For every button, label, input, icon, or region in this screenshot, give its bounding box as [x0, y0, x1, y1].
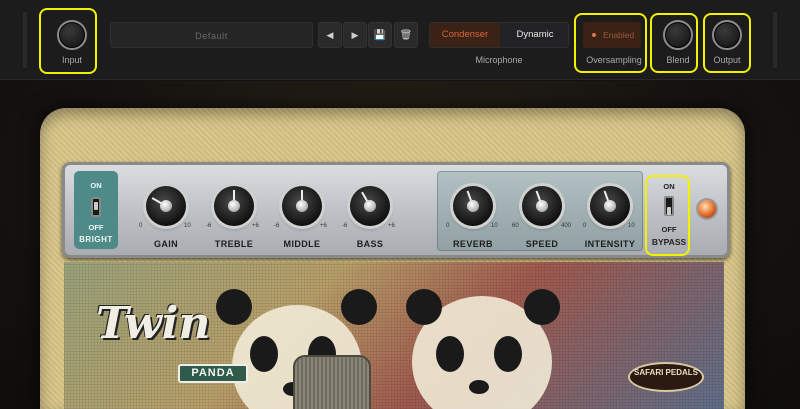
speed-max: 400: [561, 223, 572, 229]
middle-min: -6: [274, 223, 280, 229]
top-bar: Input Default ◀ ▶ 💾 🗑 Condenser Dynamic …: [0, 0, 800, 80]
output-highlight: [703, 13, 751, 73]
bass-label: BASS: [356, 239, 384, 249]
bass-max: +6: [388, 223, 395, 229]
microphone-selector: Condenser Dynamic: [429, 22, 569, 48]
gain-min: 0: [139, 223, 143, 229]
next-icon: ▶: [351, 30, 359, 40]
next-preset-button[interactable]: ▶: [343, 22, 367, 48]
speed-min: 60: [512, 223, 519, 229]
gain-max: 10: [184, 223, 191, 229]
middle-max: +6: [320, 223, 327, 229]
save-preset-button[interactable]: 💾: [368, 22, 392, 48]
bright-off-label: OFF: [88, 223, 104, 232]
preset-name-display[interactable]: Default: [110, 22, 313, 48]
bright-switch-panel: ON OFF BRIGHT: [74, 171, 118, 249]
middle-knob[interactable]: [282, 186, 322, 226]
bass-knob[interactable]: [350, 186, 390, 226]
bright-on-label: ON: [90, 181, 102, 190]
power-jewel-light: [698, 200, 716, 218]
treble-label: TREBLE: [214, 239, 254, 249]
reverb-label: REVERB: [453, 239, 493, 249]
right-edge-handle: [773, 12, 777, 68]
bright-label: BRIGHT: [79, 235, 113, 244]
intensity-max: 10: [628, 223, 635, 229]
blend-highlight: [650, 13, 698, 73]
mic-option-condenser[interactable]: Condenser: [430, 23, 500, 47]
prev-preset-button[interactable]: ◀: [318, 22, 342, 48]
microphone-graphic: [293, 355, 371, 409]
plugin-window: Input Default ◀ ▶ 💾 🗑 Condenser Dynamic …: [0, 0, 800, 409]
reverb-max: 10: [491, 223, 498, 229]
intensity-knob[interactable]: [590, 186, 630, 226]
treble-knob[interactable]: [214, 186, 254, 226]
treble-min: -6: [206, 223, 212, 229]
intensity-min: 0: [583, 223, 587, 229]
oversampling-highlight: [574, 13, 647, 73]
twin-logo: Twin: [96, 298, 211, 349]
input-highlight: [39, 8, 97, 74]
bright-switch[interactable]: [91, 197, 101, 217]
intensity-label: INTENSITY: [584, 239, 636, 249]
prev-icon: ◀: [326, 30, 334, 40]
reverb-min: 0: [446, 223, 450, 229]
mic-option-dynamic[interactable]: Dynamic: [500, 23, 568, 47]
delete-preset-button[interactable]: 🗑: [394, 22, 418, 48]
speed-knob[interactable]: [522, 186, 562, 226]
bass-min: -6: [342, 223, 348, 229]
panda-badge: PANDA: [178, 364, 248, 383]
left-edge-handle: [23, 12, 27, 68]
microphone-label: Microphone: [475, 55, 523, 65]
trash-icon: 🗑: [399, 30, 413, 41]
treble-max: +6: [252, 223, 259, 229]
speed-label: SPEED: [525, 239, 559, 249]
gain-label: GAIN: [153, 239, 179, 249]
gain-knob[interactable]: [146, 186, 186, 226]
safari-pedals-logo: SAFARI PEDALS: [628, 362, 704, 392]
bypass-highlight: [645, 175, 690, 256]
reverb-knob[interactable]: [453, 186, 493, 226]
save-icon: 💾: [373, 30, 387, 41]
middle-label: MIDDLE: [283, 239, 321, 249]
